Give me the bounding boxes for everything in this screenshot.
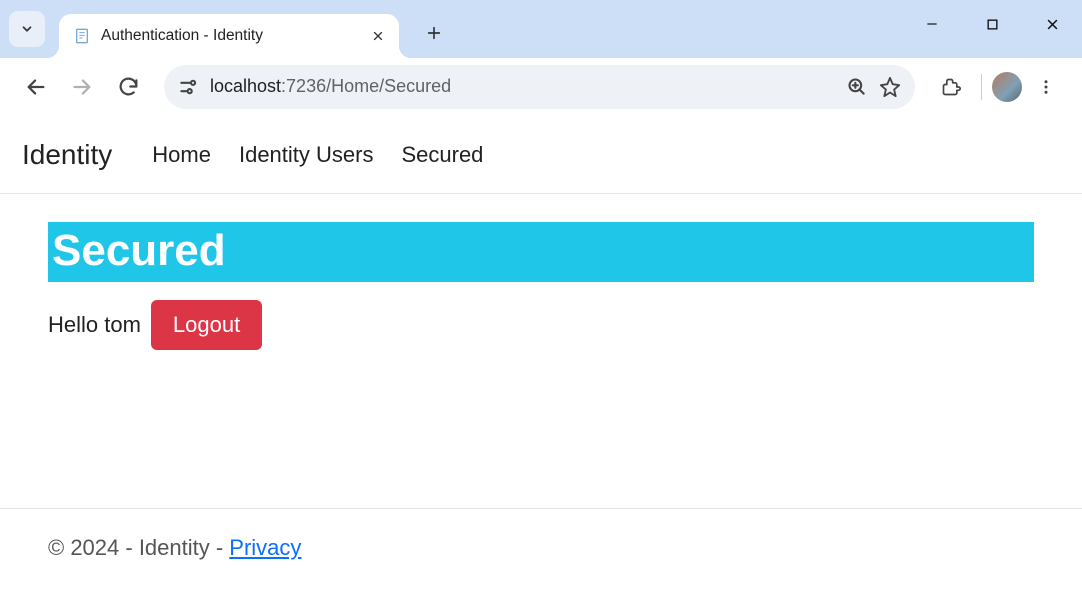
nav-link-home[interactable]: Home	[152, 142, 211, 168]
close-icon	[1045, 17, 1060, 32]
url-text: localhost:7236/Home/Secured	[210, 76, 835, 97]
address-bar[interactable]: localhost:7236/Home/Secured	[164, 65, 915, 109]
tab-favicon-icon	[73, 27, 91, 45]
bookmark-button[interactable]	[879, 76, 901, 98]
close-icon	[372, 30, 384, 42]
zoom-button[interactable]	[847, 77, 867, 97]
toolbar-divider	[981, 74, 982, 100]
logout-button[interactable]: Logout	[151, 300, 262, 350]
brand-title[interactable]: Identity	[22, 139, 112, 171]
main-content: Secured Hello tom Logout	[0, 194, 1082, 350]
browser-tab-strip: Authentication - Identity	[0, 0, 1082, 58]
privacy-link[interactable]: Privacy	[229, 535, 301, 560]
greeting-text: Hello tom	[48, 312, 141, 338]
arrow-left-icon	[25, 76, 47, 98]
page-content: Identity Home Identity Users Secured Sec…	[0, 116, 1082, 350]
arrow-right-icon	[71, 76, 93, 98]
footer: © 2024 - Identity - Privacy	[0, 508, 1082, 591]
extensions-button[interactable]	[931, 67, 971, 107]
footer-text: © 2024 - Identity -	[48, 535, 229, 560]
nav-links: Home Identity Users Secured	[152, 142, 483, 168]
minimize-button[interactable]	[902, 0, 962, 48]
zoom-icon	[847, 77, 867, 97]
maximize-button[interactable]	[962, 0, 1022, 48]
browser-tab[interactable]: Authentication - Identity	[59, 14, 399, 58]
maximize-icon	[986, 18, 999, 31]
profile-avatar[interactable]	[992, 72, 1022, 102]
reload-icon	[118, 76, 139, 97]
overflow-menu-button[interactable]	[1026, 67, 1066, 107]
page-heading: Secured	[48, 222, 1034, 282]
forward-button[interactable]	[62, 67, 102, 107]
tab-title: Authentication - Identity	[101, 27, 369, 45]
reload-button[interactable]	[108, 67, 148, 107]
chevron-down-icon	[20, 22, 34, 36]
more-vertical-icon	[1037, 78, 1055, 96]
greeting-row: Hello tom Logout	[48, 300, 1034, 350]
star-icon	[879, 76, 901, 98]
browser-toolbar: localhost:7236/Home/Secured	[0, 58, 1082, 116]
site-navbar: Identity Home Identity Users Secured	[0, 116, 1082, 194]
new-tab-button[interactable]	[417, 16, 451, 50]
close-window-button[interactable]	[1022, 0, 1082, 48]
nav-link-identity-users[interactable]: Identity Users	[239, 142, 374, 168]
nav-link-secured[interactable]: Secured	[401, 142, 483, 168]
plus-icon	[426, 25, 442, 41]
tab-search-button[interactable]	[9, 11, 45, 47]
window-controls	[902, 0, 1082, 48]
tab-close-button[interactable]	[369, 27, 387, 45]
extension-icon	[941, 77, 961, 97]
minimize-icon	[925, 17, 939, 31]
back-button[interactable]	[16, 67, 56, 107]
site-settings-icon[interactable]	[178, 77, 198, 97]
